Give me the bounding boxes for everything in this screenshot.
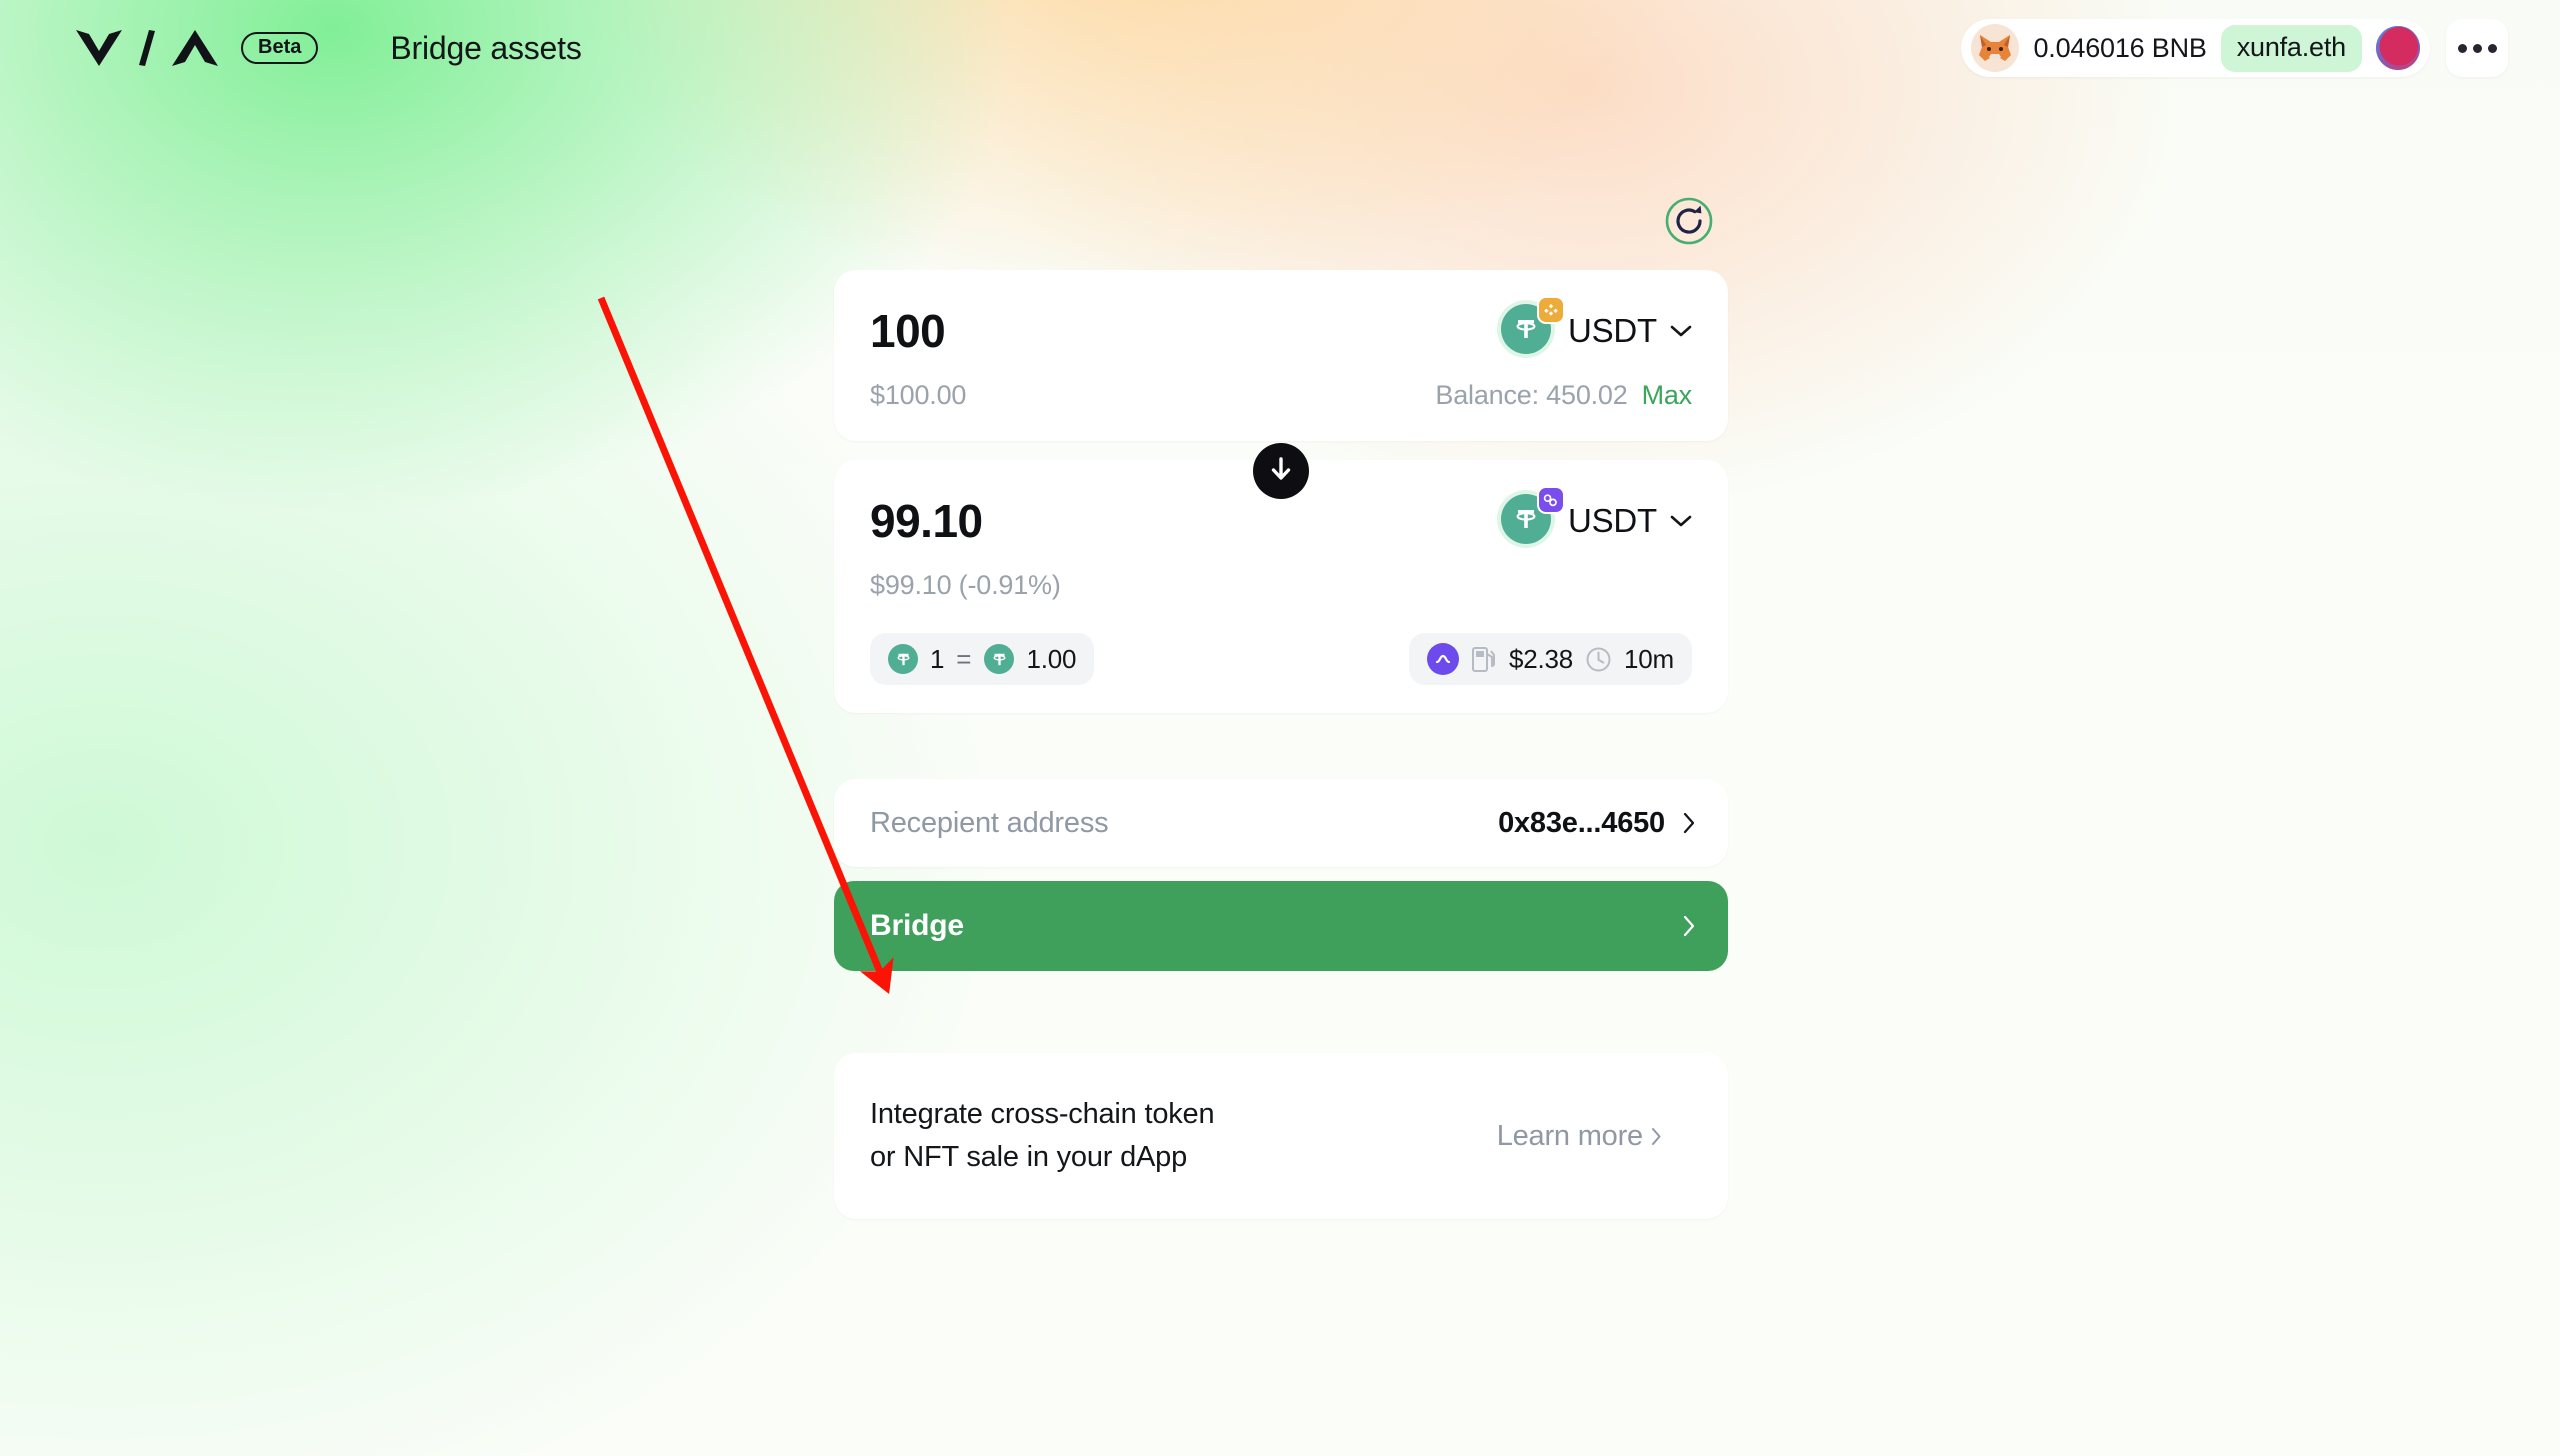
recipient-label: Recepient address [870, 806, 1109, 839]
refresh-row [834, 196, 1728, 246]
rate-equals: = [956, 643, 973, 674]
max-button[interactable]: Max [1642, 380, 1693, 410]
learn-more-link[interactable]: Learn more [1497, 1120, 1662, 1153]
recipient-right: 0x83e...4650 [1498, 807, 1696, 840]
dot-3 [2487, 43, 2497, 53]
refresh-icon[interactable] [1664, 196, 1714, 246]
chevron-down-icon [1670, 324, 1692, 338]
via-logo-i-icon [139, 30, 155, 66]
from-fiat-value: $100.00 [870, 380, 967, 410]
rate-right-amount: 1.00 [1026, 643, 1077, 674]
dot-1 [2457, 43, 2467, 53]
chevron-right-icon [1683, 812, 1696, 834]
bnb-chain-icon [1536, 296, 1565, 324]
route-info-pill[interactable]: $2.38 10m [1408, 633, 1692, 685]
chevron-right-icon [1683, 915, 1696, 937]
from-amount-input[interactable]: 100 [870, 308, 946, 354]
from-token-selector[interactable]: USDT [1500, 296, 1692, 358]
recipient-address-row[interactable]: Recepient address 0x83e...4650 [834, 779, 1728, 867]
via-logo-a-icon [172, 30, 218, 66]
bridge-panel: 100 USDT $100.00 Balance: 450.02 Max 99.… [834, 0, 1728, 1219]
from-amount-card: 100 USDT $100.00 Balance: 450.02 Max [834, 270, 1728, 499]
to-fiat-value: $99.10 (-0.91%) [870, 570, 1061, 600]
wallet-pill[interactable]: 0.046016 BNB xunfa.eth [1961, 19, 2430, 77]
ens-name-chip[interactable]: xunfa.eth [2220, 24, 2362, 72]
tether-icon [888, 644, 918, 674]
to-token-icon-wrap [1500, 486, 1565, 548]
from-token-symbol: USDT [1567, 312, 1657, 349]
exchange-rate-pill[interactable]: 1 = 1.00 [870, 633, 1095, 685]
to-amount-row: 99.10 USDT [870, 486, 1692, 548]
bridge-button[interactable]: Bridge [834, 881, 1728, 971]
polygon-icon [1536, 486, 1565, 514]
promo-card: Integrate cross-chain token or NFT sale … [834, 1053, 1728, 1219]
from-balance-label: Balance: 450.02 [1435, 380, 1628, 410]
chevron-right-icon [1651, 1127, 1662, 1146]
bridge-button-label: Bridge [870, 909, 964, 942]
chevron-down-icon [1670, 514, 1692, 528]
header-right-group: 0.046016 BNB xunfa.eth [1961, 19, 2508, 77]
tether-icon [984, 644, 1015, 674]
wallet-balance: 0.046016 BNB [2033, 32, 2207, 63]
avatar[interactable] [2376, 26, 2420, 70]
to-token-symbol: USDT [1567, 502, 1657, 539]
to-sub-row: $99.10 (-0.91%) [870, 570, 1692, 601]
promo-text: Integrate cross-chain token or NFT sale … [870, 1093, 1215, 1179]
to-amount-value: 99.10 [870, 495, 983, 547]
gas-pump-icon [1471, 645, 1497, 673]
from-sub-row: $100.00 Balance: 450.02 Max [870, 380, 1692, 411]
bridge-provider-icon [1426, 643, 1459, 675]
promo-line-1: Integrate cross-chain token [870, 1098, 1215, 1131]
from-balance-group: Balance: 450.02 Max [1435, 380, 1692, 411]
swap-direction-button[interactable] [1253, 443, 1309, 499]
recipient-address-value: 0x83e...4650 [1498, 806, 1665, 839]
clock-icon [1585, 646, 1612, 673]
dot-2 [2472, 43, 2482, 53]
page-title: Bridge assets [390, 29, 582, 66]
beta-badge: Beta [241, 32, 319, 64]
pill-row: 1 = 1.00 $2.38 10m [870, 633, 1692, 685]
to-token-selector[interactable]: USDT [1500, 486, 1692, 548]
arrow-down-icon [1268, 455, 1294, 488]
from-token-icon-wrap [1500, 296, 1565, 358]
rate-left-amount: 1 [930, 643, 945, 674]
more-options-button[interactable] [2446, 19, 2508, 77]
learn-more-label: Learn more [1496, 1119, 1644, 1152]
from-amount-row: 100 USDT [870, 296, 1692, 358]
metamask-fox-icon [1971, 24, 2020, 72]
promo-line-2: or NFT sale in your dApp [870, 1141, 1188, 1173]
brand-logo-group[interactable]: Beta [76, 30, 319, 66]
via-logo-v-icon [76, 30, 122, 66]
gas-fee-value: $2.38 [1508, 643, 1574, 674]
eta-value: 10m [1624, 643, 1674, 674]
